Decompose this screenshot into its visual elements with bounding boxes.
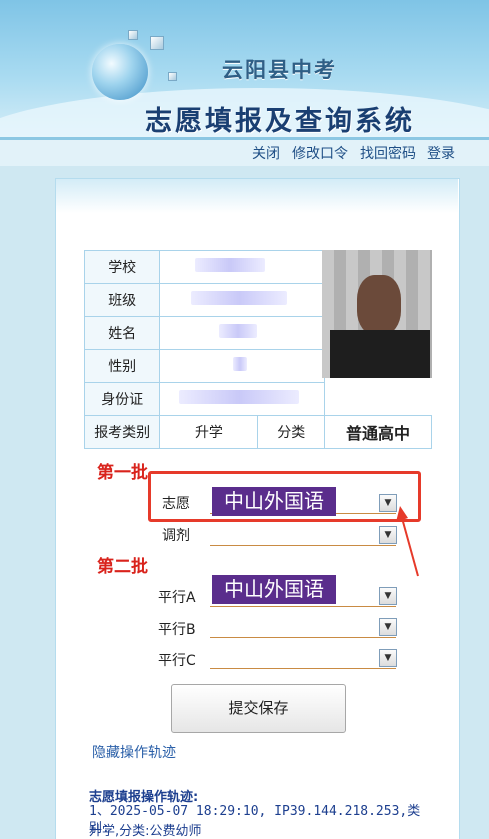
parallel-c-select[interactable]: [210, 648, 396, 669]
parallel-b-label: 平行B: [158, 622, 196, 638]
photo-face: [357, 275, 401, 335]
parallel-a-label: 平行A: [158, 590, 196, 606]
category-label: 分类: [257, 415, 325, 449]
top-nav: 关闭 修改口令 找回密码 登录: [0, 140, 489, 166]
submit-save-button[interactable]: 提交保存: [171, 684, 346, 733]
gender-value: [159, 349, 325, 383]
parallel-c-dropdown-arrow-icon[interactable]: ▼: [379, 649, 397, 667]
exam-type-value: 升学: [159, 415, 259, 449]
exam-type-label: 报考类别: [83, 415, 161, 449]
cube-icon: [150, 36, 164, 50]
annotation-arrow-icon: [396, 506, 419, 577]
parallel-b-dropdown-arrow-icon[interactable]: ▼: [379, 618, 397, 636]
cube-icon: [128, 30, 138, 40]
school-label: 学校: [83, 250, 161, 284]
change-password-link[interactable]: 修改口令: [292, 143, 348, 163]
name-value: [159, 316, 325, 350]
recover-password-link[interactable]: 找回密码: [360, 143, 416, 163]
site-title-line2: 志愿填报及查询系统: [145, 106, 415, 137]
hide-trail-link[interactable]: 隐藏操作轨迹: [92, 742, 176, 762]
batch2-title: 第二批: [97, 557, 148, 577]
adjust-label: 调剂: [162, 528, 190, 544]
parallel-a-selected-value: 中山外国语: [212, 575, 336, 604]
cube-icon: [168, 72, 177, 81]
panel-header: [56, 179, 458, 213]
highlight-box: [148, 471, 421, 522]
batch1-title: 第一批: [97, 463, 148, 483]
close-link[interactable]: 关闭: [252, 143, 280, 163]
login-link[interactable]: 登录: [427, 143, 455, 163]
globe-logo-icon: [92, 44, 148, 100]
id-label: 身份证: [83, 382, 161, 416]
class-value: [159, 283, 325, 317]
gender-label: 性别: [83, 349, 161, 383]
parallel-a-dropdown-arrow-icon[interactable]: ▼: [379, 587, 397, 605]
school-value: [159, 250, 325, 284]
site-title-line1: 云阳县中考: [222, 57, 337, 82]
adjust-select[interactable]: [210, 525, 396, 546]
class-label: 班级: [83, 283, 161, 317]
photo-body: [330, 330, 430, 378]
parallel-c-label: 平行C: [158, 653, 196, 669]
category-value: 普通高中: [323, 415, 433, 449]
name-label: 姓名: [83, 316, 161, 350]
trail-entry-line2: 升学,分类:公费幼师: [89, 824, 202, 839]
parallel-b-select[interactable]: [210, 617, 396, 638]
id-value: [159, 382, 325, 416]
